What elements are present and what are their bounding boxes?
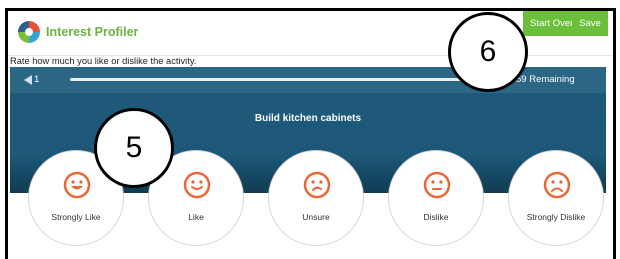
unsure-face-icon	[303, 171, 331, 199]
interest-profiler-logo-icon	[18, 21, 40, 43]
choice-label: Strongly Dislike	[526, 212, 586, 222]
choice-strongly-dislike[interactable]: Strongly Dislike	[508, 150, 604, 246]
choice-label: Dislike	[423, 212, 449, 222]
instructions: Rate how much you like or dislike the ac…	[10, 56, 197, 66]
save-button[interactable]: Save	[572, 11, 608, 36]
callout-6: 6	[448, 12, 528, 92]
choice-label: Like	[188, 212, 204, 222]
choice-label: Unsure	[302, 212, 330, 222]
remaining-count: 59 Remaining	[516, 74, 575, 85]
current-question-number: 1	[34, 74, 40, 85]
previous-arrow-icon[interactable]	[24, 75, 32, 85]
big-smile-face-icon	[63, 171, 91, 199]
progress-track	[70, 78, 510, 81]
app-title: Interest Profiler	[46, 25, 139, 39]
smile-face-icon	[183, 171, 211, 199]
choice-unsure[interactable]: Unsure	[268, 150, 364, 246]
choice-label: Strongly Like	[51, 212, 101, 222]
choice-dislike[interactable]: Dislike	[388, 150, 484, 246]
callout-5: 5	[94, 108, 174, 188]
activity-text: Build kitchen cabinets	[254, 113, 362, 124]
frown-face-icon	[543, 171, 571, 199]
dislike-face-icon	[423, 171, 451, 199]
